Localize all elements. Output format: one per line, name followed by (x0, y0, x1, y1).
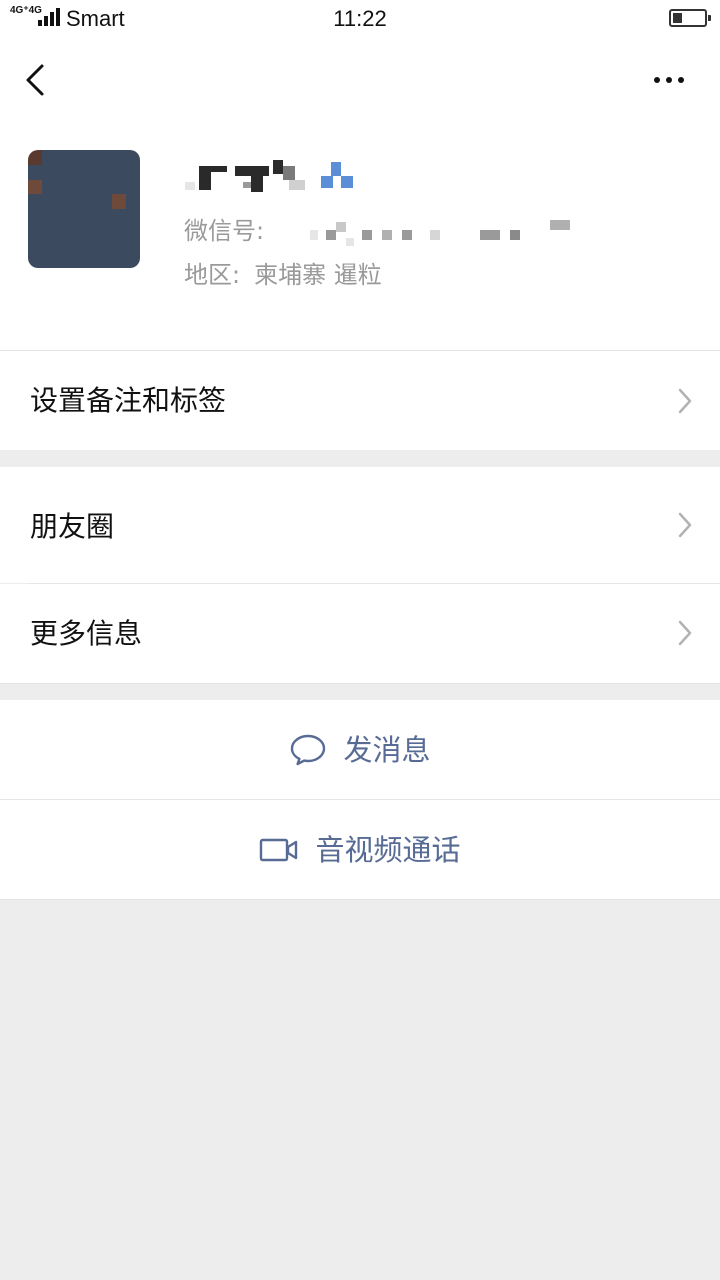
avatar-pixel (98, 164, 112, 180)
avatar-pixel (56, 194, 70, 209)
nickname-redacted (185, 160, 353, 192)
avatar-pixel (84, 194, 98, 209)
avatar-pixel (126, 194, 140, 209)
avatar-pixel (98, 150, 112, 165)
chevron-right-icon (678, 620, 692, 646)
avatar-pixel (56, 150, 70, 165)
video-call-button[interactable]: 音视频通话 (0, 800, 720, 899)
avatar-pixel (112, 238, 126, 254)
profile-header: 微信号: 地区: 柬埔寨 暹粒 (0, 120, 720, 350)
avatar-pixel (98, 209, 112, 224)
avatar-pixel (70, 150, 84, 165)
more-info-cell[interactable]: 更多信息 (0, 584, 720, 683)
avatar-pixel (42, 223, 56, 239)
avatar-pixel (28, 238, 42, 254)
avatar-pixel (126, 179, 140, 195)
avatar-pixel (112, 209, 126, 224)
avatar-pixel (126, 164, 140, 180)
avatar-pixel (112, 179, 126, 195)
avatar-pixel (84, 209, 98, 224)
send-message-button[interactable]: 发消息 (0, 700, 720, 799)
avatar-pixel (56, 164, 70, 180)
avatar-pixel (28, 209, 42, 224)
avatar-pixel (28, 253, 42, 268)
battery-level (673, 13, 682, 23)
avatar-pixel (42, 194, 56, 209)
avatar-pixel (98, 194, 112, 209)
avatar-pixel (70, 253, 84, 268)
avatar-pixel (28, 150, 42, 165)
avatar-pixel (56, 238, 70, 254)
avatar-pixel (98, 179, 112, 195)
avatar-pixel (98, 253, 112, 268)
moments-cell[interactable]: 朋友圈 (0, 467, 720, 583)
chat-bubble-icon (291, 734, 326, 765)
avatar-pixel (70, 194, 84, 209)
avatar-pixel (70, 179, 84, 195)
section-divider (0, 683, 720, 684)
avatar-pixel (28, 194, 42, 209)
avatar-pixel (126, 150, 140, 165)
avatar-pixel (42, 209, 56, 224)
avatar-pixel (42, 179, 56, 195)
wechat-id-label: 微信号: (184, 217, 265, 245)
avatar[interactable] (28, 150, 140, 268)
avatar-pixel (28, 179, 42, 195)
battery-icon (669, 9, 711, 27)
avatar-pixel (28, 223, 42, 239)
avatar-pixel (112, 194, 126, 209)
avatar-pixel (84, 238, 98, 254)
back-button[interactable] (16, 56, 56, 104)
more-button[interactable] (640, 60, 700, 100)
video-camera-icon (260, 838, 298, 861)
avatar-pixel (28, 164, 42, 180)
avatar-pixel (126, 209, 140, 224)
avatar-pixel (98, 223, 112, 239)
avatar-pixel (56, 179, 70, 195)
avatar-pixel (84, 223, 98, 239)
avatar-pixel (112, 150, 126, 165)
region-value: 柬埔寨 暹粒 (254, 261, 382, 289)
remark-tags-label: 设置备注和标签 (30, 384, 227, 417)
avatar-pixel (70, 164, 84, 180)
chevron-right-icon (678, 388, 692, 414)
avatar-pixel (42, 150, 56, 165)
avatar-pixel (56, 253, 70, 268)
avatar-pixel (126, 238, 140, 254)
avatar-pixel (112, 253, 126, 268)
send-message-label: 发消息 (343, 732, 431, 767)
avatar-pixel (42, 253, 56, 268)
avatar-pixel (56, 223, 70, 239)
avatar-pixel (112, 164, 126, 180)
avatar-pixel (84, 179, 98, 195)
video-call-label: 音视频通话 (315, 832, 461, 867)
avatar-pixel (84, 150, 98, 165)
status-time: 11:22 (333, 6, 387, 31)
avatar-pixel (70, 238, 84, 254)
status-bar: 4G⁺4G Smart 11:22 (0, 0, 720, 40)
wechat-id-row: 微信号: (184, 216, 264, 246)
wechat-id-redacted (310, 220, 570, 246)
remark-tags-cell[interactable]: 设置备注和标签 (0, 351, 720, 450)
top-nav (0, 40, 720, 120)
avatar-pixel (42, 164, 56, 180)
chevron-right-icon (678, 512, 692, 538)
avatar-pixel (126, 223, 140, 239)
avatar-pixel (112, 223, 126, 239)
avatar-pixel (84, 164, 98, 180)
avatar-pixel (56, 209, 70, 224)
region-label: 地区: (184, 261, 241, 289)
section-divider (0, 899, 720, 900)
avatar-pixel (126, 253, 140, 268)
chevron-left-icon (26, 64, 44, 96)
moments-label: 朋友圈 (30, 510, 115, 543)
more-info-label: 更多信息 (30, 617, 143, 650)
avatar-pixel (84, 253, 98, 268)
region-row: 地区: 柬埔寨 暹粒 (184, 260, 382, 290)
avatar-pixel (70, 209, 84, 224)
avatar-pixel (98, 238, 112, 254)
avatar-pixel (42, 238, 56, 254)
more-dots-icon (654, 77, 684, 83)
avatar-pixel (70, 223, 84, 239)
